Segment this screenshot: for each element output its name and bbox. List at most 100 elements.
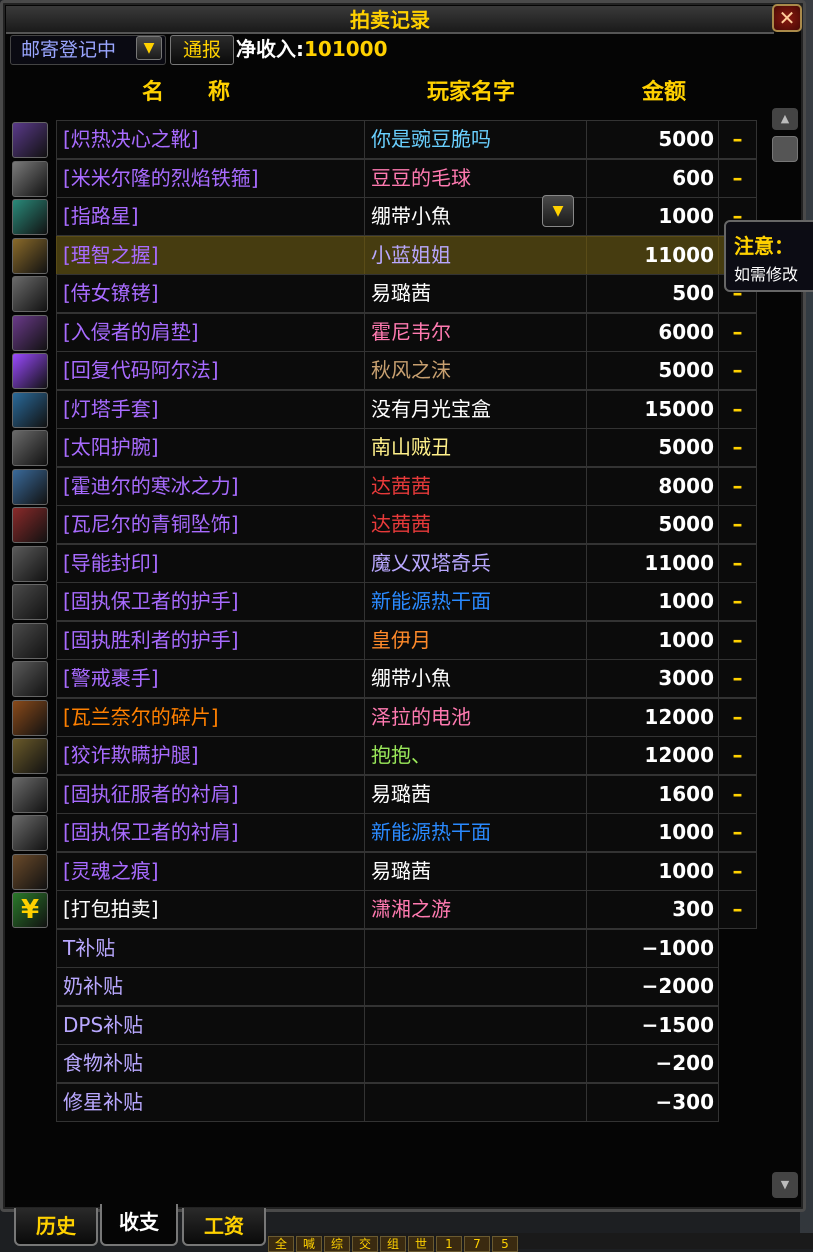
column-header-amount[interactable]: 金额 (642, 74, 686, 106)
chat-channel-button[interactable]: 全 (268, 1236, 294, 1252)
hand-icon[interactable] (12, 584, 48, 620)
item-name[interactable]: [炽热决心之靴] (56, 120, 366, 159)
player-name[interactable]: 豆豆的毛球 (364, 158, 587, 198)
subsidy-amount[interactable]: −1000 (586, 928, 719, 968)
table-row[interactable]: [米米尔隆的烈焰铁箍] 豆豆的毛球 600– (12, 158, 757, 198)
wrist-icon[interactable] (12, 430, 48, 466)
amount[interactable]: 1600 (586, 774, 719, 814)
helm-icon[interactable] (12, 776, 48, 813)
row-dropdown-chevron-icon[interactable]: ▼ (542, 195, 574, 227)
item-name[interactable]: [指路星] (56, 197, 366, 236)
remove-button[interactable]: – (718, 312, 757, 352)
remove-button[interactable]: – (718, 736, 757, 775)
chat-channel-button[interactable]: 5 (492, 1236, 518, 1252)
sigil-icon[interactable] (12, 545, 48, 582)
item-name[interactable]: [警戒裹手] (56, 659, 366, 698)
chat-channel-button[interactable]: 交 (352, 1236, 378, 1252)
tab-history[interactable]: 历史 (14, 1208, 98, 1246)
column-header-name[interactable]: 名 称 (142, 74, 230, 106)
item-name[interactable]: [固执保卫者的护手] (56, 582, 366, 621)
hand-icon[interactable] (12, 622, 48, 659)
player-name[interactable]: 没有月光宝盒 (364, 389, 587, 429)
amount[interactable]: 12000 (586, 736, 719, 775)
player-name[interactable]: 易璐茜 (364, 774, 587, 814)
amount[interactable]: 600 (586, 158, 719, 198)
trinket-icon[interactable] (12, 507, 48, 543)
player-name[interactable]: 霍尼韦尔 (364, 312, 587, 352)
close-button[interactable]: ✕ (772, 4, 802, 32)
dagger-icon[interactable] (12, 853, 48, 890)
item-name[interactable]: [打包拍卖] (56, 890, 366, 929)
player-name[interactable]: 新能源热干面 (364, 582, 587, 621)
chat-channel-button[interactable]: 1 (436, 1236, 462, 1252)
chat-channel-button[interactable]: 喊 (296, 1236, 322, 1252)
amount[interactable]: 500 (586, 274, 719, 313)
player-name[interactable]: 易璐茜 (364, 274, 587, 313)
tab-balance[interactable]: 收支 (100, 1204, 178, 1246)
item-name[interactable]: [固执保卫者的衬肩] (56, 813, 366, 852)
player-name[interactable]: 小蓝姐姐 (364, 235, 587, 275)
table-row[interactable]: [固执征服者的衬肩] 易璐茜 1600– (12, 774, 757, 814)
table-row[interactable]: [霍迪尔的寒冰之力] 达茜茜 8000– (12, 466, 757, 506)
player-name[interactable]: 抱抱、 (364, 736, 587, 775)
belt-icon[interactable] (12, 276, 48, 312)
table-row[interactable]: [固执保卫者的护手] 新能源热干面 1000– (12, 582, 757, 621)
table-row[interactable]: [瓦兰奈尔的碎片] 泽拉的电池 12000– (12, 697, 757, 737)
shoulder-icon[interactable] (12, 314, 48, 351)
subsidy-name[interactable]: DPS补贴 (56, 1005, 366, 1045)
subsidy-row[interactable]: 奶补贴 −2000 (12, 967, 757, 1006)
remove-button[interactable]: – (718, 428, 757, 467)
subsidy-row[interactable]: 食物补贴 −200 (12, 1044, 757, 1083)
item-name[interactable]: [太阳护腕] (56, 428, 366, 467)
table-row[interactable]: [入侵者的肩垫] 霍尼韦尔 6000– (12, 312, 757, 352)
item-name[interactable]: [霍迪尔的寒冰之力] (56, 466, 366, 506)
scroll-down-icon[interactable]: ▼ (772, 1172, 798, 1198)
amount[interactable]: 1000 (586, 620, 719, 660)
table-row[interactable]: [瓦尼尔的青铜坠饰] 达茜茜 5000– (12, 505, 757, 544)
player-name[interactable]: 魔乂双塔奇兵 (364, 543, 587, 583)
scroll-up-icon[interactable]: ▲ (772, 108, 798, 130)
amount[interactable]: 5000 (586, 505, 719, 544)
remove-button[interactable]: – (718, 659, 757, 698)
amount[interactable]: 5000 (586, 351, 719, 390)
chat-channel-button[interactable]: 组 (380, 1236, 406, 1252)
amount[interactable]: 300 (586, 890, 719, 929)
item-name[interactable]: [瓦兰奈尔的碎片] (56, 697, 366, 737)
table-row[interactable]: [固执保卫者的衬肩] 新能源热干面 1000– (12, 813, 757, 852)
item-name[interactable]: [入侵者的肩垫] (56, 312, 366, 352)
amount[interactable]: 1000 (586, 582, 719, 621)
amount[interactable]: 11000 (586, 235, 719, 275)
subsidy-amount[interactable]: −300 (586, 1082, 719, 1122)
ring-icon[interactable] (12, 237, 48, 274)
amount[interactable]: 1000 (586, 197, 719, 236)
player-name[interactable]: 秋风之沫 (364, 351, 587, 390)
remove-button[interactable]: – (718, 582, 757, 621)
boots-icon[interactable] (12, 122, 48, 158)
item-name[interactable]: [米米尔隆的烈焰铁箍] (56, 158, 366, 198)
subsidy-amount[interactable]: −2000 (586, 967, 719, 1006)
remove-button[interactable]: – (718, 389, 757, 429)
table-row[interactable]: [侍女镣铐] 易璐茜 500– (12, 274, 757, 313)
yen-icon[interactable]: ¥ (12, 892, 48, 928)
item-name[interactable]: [理智之握] (56, 235, 366, 275)
item-name[interactable]: [瓦尼尔的青铜坠饰] (56, 505, 366, 544)
remove-button[interactable]: – (718, 697, 757, 737)
chat-channel-button[interactable]: 综 (324, 1236, 350, 1252)
table-row[interactable]: [灯塔手套] 没有月光宝盒 15000– (12, 389, 757, 429)
amount[interactable]: 5000 (586, 120, 719, 159)
table-row[interactable]: [理智之握] 小蓝姐姐 11000 (12, 235, 757, 275)
subsidy-name[interactable]: 修星补贴 (56, 1082, 366, 1122)
shard-icon[interactable] (12, 699, 48, 736)
player-name[interactable]: 泽拉的电池 (364, 697, 587, 737)
table-row[interactable]: [灵魂之痕] 易璐茜 1000– (12, 851, 757, 891)
player-name[interactable]: 皇伊月 (364, 620, 587, 660)
remove-button[interactable]: – (718, 505, 757, 544)
table-row[interactable]: [指路星] 绷带小魚 1000– (12, 197, 757, 236)
chat-channel-button[interactable]: 7 (464, 1236, 490, 1252)
gloves-icon[interactable] (12, 391, 48, 428)
player-name[interactable]: 绷带小魚 (364, 659, 587, 698)
table-row[interactable]: [回复代码阿尔法] 秋风之沫 5000– (12, 351, 757, 390)
report-button[interactable]: 通报 (170, 35, 234, 65)
subsidy-name[interactable]: T补贴 (56, 928, 366, 968)
subsidy-amount[interactable]: −200 (586, 1044, 719, 1083)
